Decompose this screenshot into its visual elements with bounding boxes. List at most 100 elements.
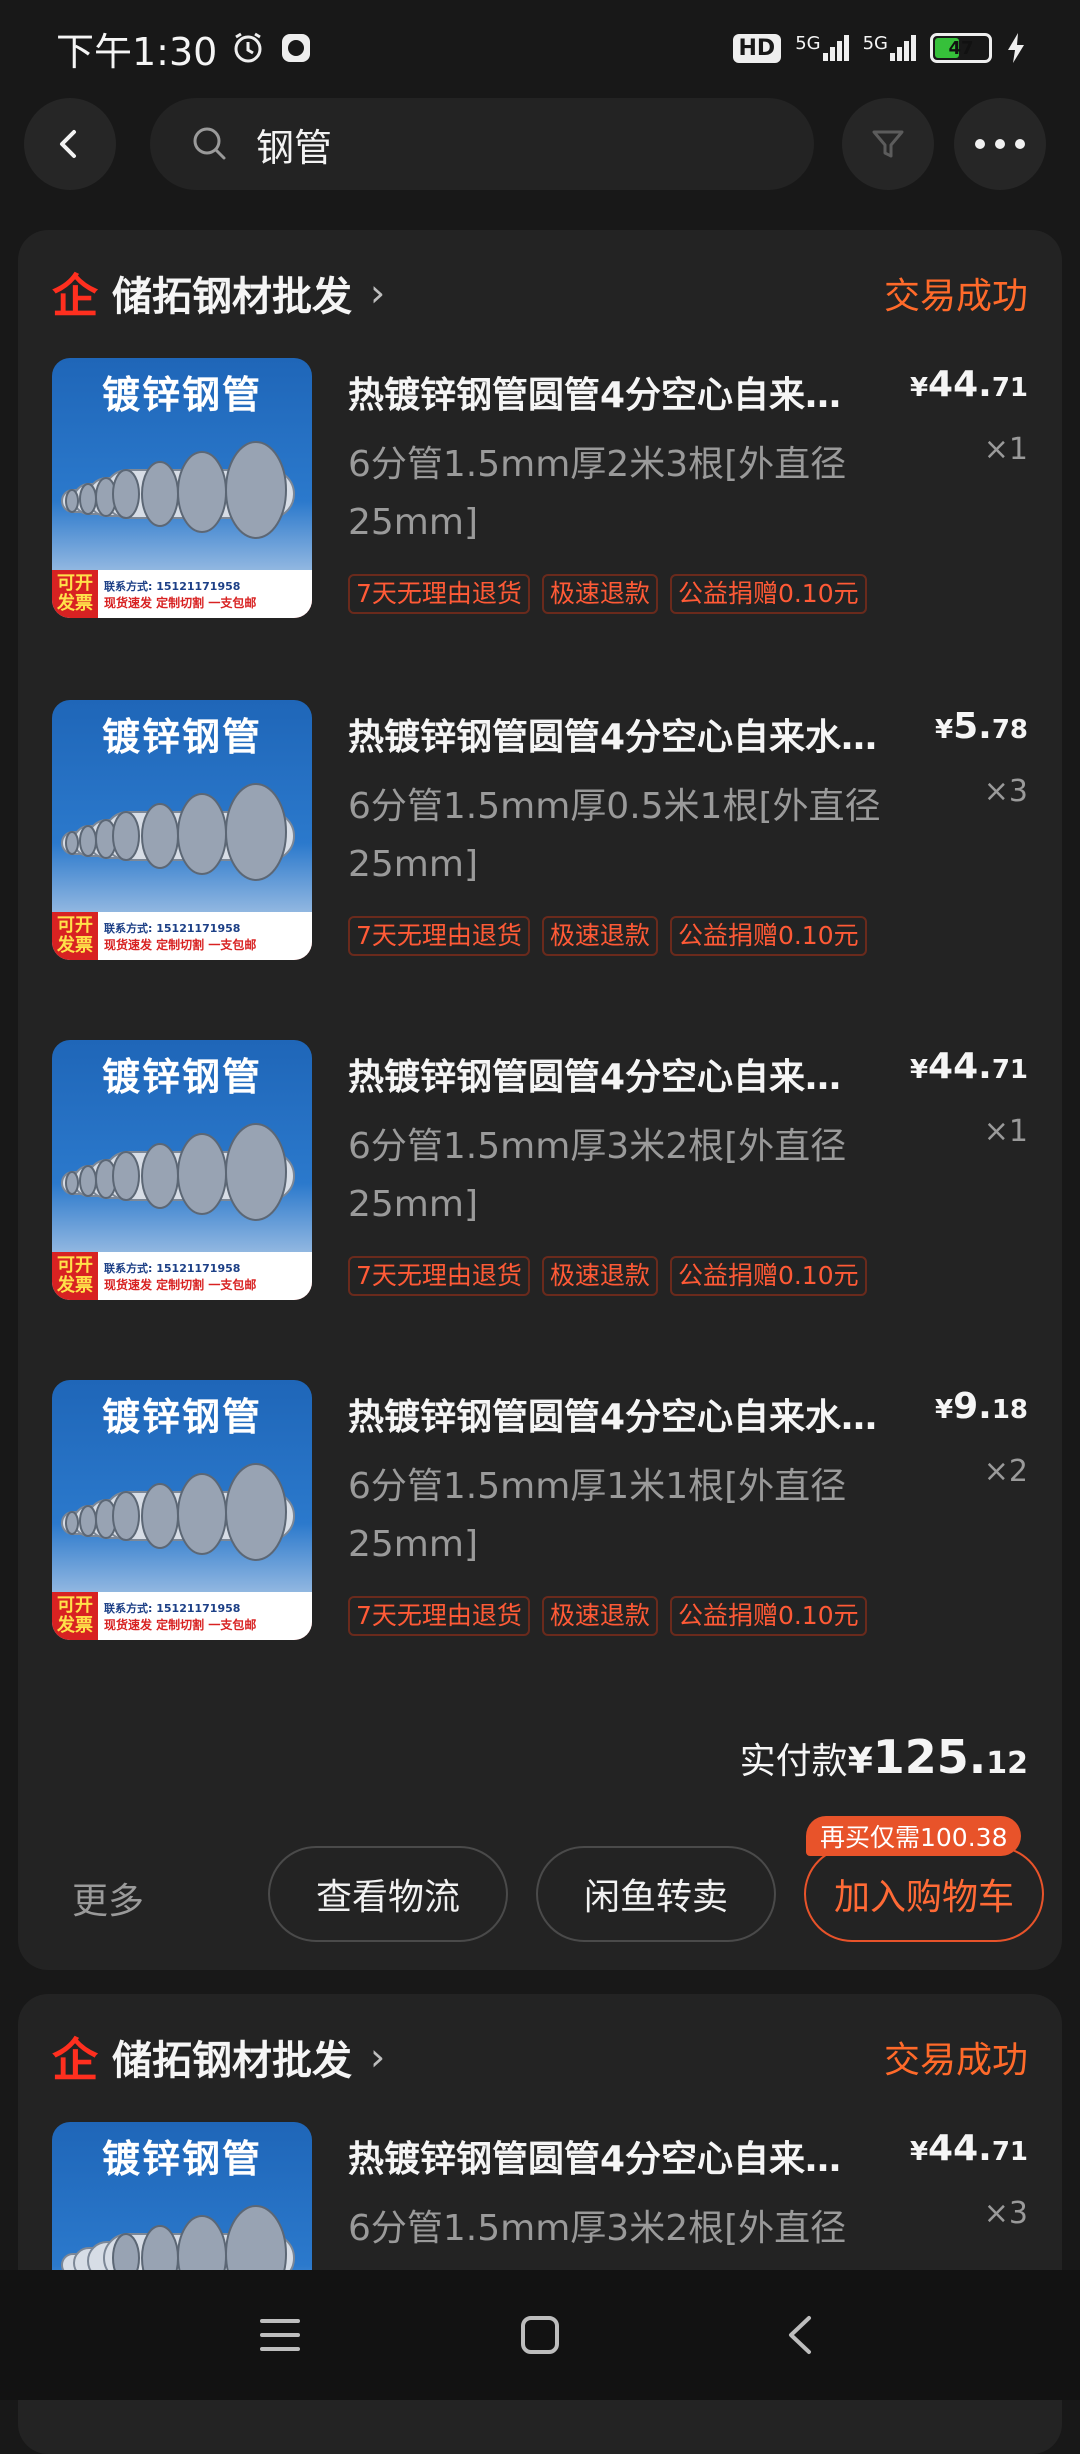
more-options-button[interactable] xyxy=(954,98,1046,190)
signal-2-icon: 5G xyxy=(863,35,916,61)
price-currency: ¥ xyxy=(909,2137,929,2167)
item-title[interactable]: 热镀锌钢管圆管4分空心自来… xyxy=(348,1048,928,1100)
menu-icon xyxy=(260,2319,300,2351)
search-input[interactable]: 钢管 xyxy=(150,98,814,190)
product-thumbnail[interactable]: 镀锌钢管 可开发票 联系方式: 15121171958 现货速发 定制切割 一支 xyxy=(52,358,312,618)
tag-fast-refund: 极速退款 xyxy=(541,916,658,956)
thumb-invoice-badge: 可开发票 xyxy=(57,1255,93,1296)
thumb-contact: 联系方式: 15121171958 xyxy=(104,1601,241,1615)
shop-link[interactable]: 企 储拓钢材批发 › xyxy=(52,2024,385,2090)
tag-fast-refund: 极速退款 xyxy=(541,574,658,614)
search-icon xyxy=(193,127,226,160)
tag-return-7day: 7天无理由退货 xyxy=(348,1596,530,1636)
order-status: 交易成功 xyxy=(883,2040,1028,2081)
status-right: HD 5G 5G 47 xyxy=(732,32,1027,64)
item-spec: 6分管1.5mm厚2米3根[外直径25mm] xyxy=(348,444,847,543)
signal-1-label: 5G xyxy=(795,33,821,54)
charging-icon xyxy=(1006,32,1026,64)
tag-fast-refund: 极速退款 xyxy=(541,1596,658,1636)
item-price: ¥5.78 xyxy=(935,706,1028,747)
thumb-contact: 联系方式: 15121171958 xyxy=(104,579,241,593)
rebuy-price-badge: 再买仅需100.38 xyxy=(806,1816,1022,1856)
tag-fast-refund: 极速退款 xyxy=(541,1256,658,1296)
order-item[interactable]: 镀锌钢管 可开发票 联系方式: 15121171958 现货速发 定制切割 一支 xyxy=(52,1040,1028,1370)
app-notification-icon xyxy=(279,31,313,65)
filter-button[interactable] xyxy=(842,98,934,190)
price-integer: 44. xyxy=(928,1046,992,1087)
battery-icon: 47 xyxy=(930,33,992,63)
status-left: 下午1:30 xyxy=(56,21,313,76)
more-dots-icon xyxy=(975,139,1025,149)
back-chevron-icon xyxy=(789,2316,811,2354)
product-thumbnail[interactable]: 镀锌钢管 可开发票 联系方式: 15121171958 现货速发 定制切割 一支 xyxy=(52,700,312,960)
product-thumbnail[interactable]: 镀锌钢管 可开发票 联系方式: 15121171958 现货速发 定制切割 一支 xyxy=(52,1040,312,1300)
thumb-title: 镀锌钢管 xyxy=(101,373,262,417)
tag-charity: 公益捐赠0.10元 xyxy=(669,574,867,614)
thumb-contact: 联系方式: 15121171958 xyxy=(104,1261,241,1275)
price-decimal: 18 xyxy=(991,1395,1028,1425)
tag-charity: 公益捐赠0.10元 xyxy=(669,916,867,956)
tag-charity: 公益捐赠0.10元 xyxy=(669,1256,867,1296)
item-price: ¥44.71 xyxy=(910,1046,1028,1087)
tag-charity: 公益捐赠0.10元 xyxy=(669,1596,867,1636)
order-item[interactable]: 镀锌钢管 可开发票 联系方式: 15121171958 现货速发 定制切割 一支 xyxy=(52,358,1028,688)
shop-link[interactable]: 企 储拓钢材批发 › xyxy=(52,260,385,326)
clock-time: 下午1:30 xyxy=(56,29,218,74)
signal-1-icon: 5G xyxy=(795,33,849,61)
price-integer: 44. xyxy=(928,364,992,405)
recent-apps-button[interactable] xyxy=(230,2285,330,2385)
item-price: ¥44.71 xyxy=(910,364,1028,405)
steel-pipes-image xyxy=(61,1463,295,1561)
tag-return-7day: 7天无理由退货 xyxy=(348,916,530,956)
shop-name: 储拓钢材批发 xyxy=(112,274,352,320)
product-thumbnail[interactable]: 镀锌钢管 可开发票 联系方式: 15121171958 现货速发 定制切割 一支 xyxy=(52,1380,312,1640)
service-tags: 7天无理由退货 极速退款 公益捐赠0.10元 xyxy=(348,1596,908,1636)
item-spec: 6分管1.5mm厚0.5米1根[外直径25mm] xyxy=(348,786,881,885)
price-integer: 9. xyxy=(953,1386,992,1427)
add-to-cart-button[interactable]: 加入购物车 xyxy=(804,1846,1044,1942)
order-item[interactable]: 镀锌钢管 可开发票 联系方式: 15121171958 现货速发 定制切割 一支 xyxy=(52,1380,1028,1710)
thumb-slogan: 现货速发 定制切割 一支包邮 xyxy=(104,1617,257,1632)
alarm-icon xyxy=(231,31,265,65)
signal-2-label: 5G xyxy=(862,33,888,54)
more-actions-link[interactable]: 更多 xyxy=(72,1872,144,1924)
item-title[interactable]: 热镀锌钢管圆管4分空心自来水… xyxy=(348,1388,928,1440)
item-spec: 6分管1.5mm厚3米2根[外直径25mm] xyxy=(348,1126,847,1225)
price-currency: ¥ xyxy=(934,715,954,745)
thumb-title: 镀锌钢管 xyxy=(101,715,262,759)
order-status: 交易成功 xyxy=(883,276,1028,317)
item-title[interactable]: 热镀锌钢管圆管4分空心自来… xyxy=(348,2130,928,2182)
price-decimal: 78 xyxy=(991,715,1028,745)
status-bar: 下午1:30 HD 5G 5G 47 xyxy=(0,0,1080,96)
order-card[interactable]: 企 储拓钢材批发 › 交易成功 镀锌钢管 可开发票 联系方式: 15121171… xyxy=(18,230,1062,1970)
item-quantity: ×1 xyxy=(983,1114,1028,1149)
service-tags: 7天无理由退货 极速退款 公益捐赠0.10元 xyxy=(348,574,908,614)
shop-logo-icon: 企 xyxy=(52,269,98,323)
item-title[interactable]: 热镀锌钢管圆管4分空心自来… xyxy=(348,366,928,418)
price-currency: ¥ xyxy=(909,1055,929,1085)
home-button[interactable] xyxy=(490,2285,590,2385)
thumb-banner: 可开发票 联系方式: 15121171958 现货速发 定制切割 一支包邮 xyxy=(52,570,312,618)
price-currency: ¥ xyxy=(934,1395,954,1425)
chevron-right-icon: › xyxy=(370,271,386,315)
price-integer: 44. xyxy=(928,2128,992,2169)
item-title[interactable]: 热镀锌钢管圆管4分空心自来水… xyxy=(348,708,928,760)
thumb-contact: 联系方式: 15121171958 xyxy=(104,921,241,935)
hd-voice-badge: HD xyxy=(732,33,782,63)
item-quantity: ×1 xyxy=(983,432,1028,467)
order-item[interactable]: 镀锌钢管 可开发票 联系方式: 15121171958 现货速发 定制切割 一支 xyxy=(52,700,1028,1030)
resell-button[interactable]: 闲鱼转卖 xyxy=(536,1846,776,1942)
item-spec: 6分管1.5mm厚1米1根[外直径25mm] xyxy=(348,1466,847,1565)
back-button[interactable] xyxy=(24,98,116,190)
thumb-info: 联系方式: 15121171958 现货速发 定制切割 一支包邮 xyxy=(98,570,312,618)
thumb-invoice-badge: 可开发票 xyxy=(57,1595,93,1636)
thumb-banner: 可开发票 联系方式: 15121171958 现货速发 定制切割 一支包邮 xyxy=(52,1592,312,1640)
steel-pipes-image xyxy=(61,1123,295,1221)
total-integer: 125. xyxy=(872,1730,987,1784)
system-back-button[interactable] xyxy=(750,2285,850,2385)
view-logistics-button[interactable]: 查看物流 xyxy=(268,1846,508,1942)
shop-logo-icon: 企 xyxy=(52,2033,98,2087)
shop-name: 储拓钢材批发 xyxy=(112,2038,352,2084)
steel-pipes-image xyxy=(61,783,295,881)
price-currency: ¥ xyxy=(909,373,929,403)
